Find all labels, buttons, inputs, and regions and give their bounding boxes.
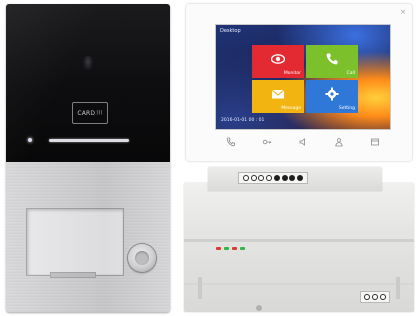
indoor-monitor: × Desktop Monitor Call Message Setting 2…	[186, 4, 412, 161]
terminal-screw	[380, 294, 386, 300]
power-supply-tab-left	[198, 277, 202, 299]
gear-icon	[325, 87, 339, 101]
monitor-unlock-button	[260, 135, 274, 149]
call-button-center	[135, 251, 149, 265]
monitor-speaker-button	[296, 135, 310, 149]
close-icon: ×	[400, 8, 406, 16]
tile-monitor-label: Monitor	[283, 71, 301, 76]
tile-call: Call	[306, 45, 358, 78]
screen-datetime: 2016-01-01 00 : 01	[221, 118, 265, 123]
status-led-3	[232, 247, 237, 250]
tile-setting-label: Setting	[338, 106, 355, 111]
user-icon	[335, 138, 343, 147]
terminal-screw	[250, 175, 257, 181]
terminal-screw	[273, 175, 280, 181]
door-station-top-panel: CARD )))	[6, 4, 170, 162]
screen-header: Desktop	[220, 28, 241, 34]
phone-icon	[226, 137, 235, 147]
unlock-key-icon	[262, 139, 272, 145]
din-rail-clip	[256, 305, 262, 311]
terminal-screw	[372, 294, 378, 300]
power-supply-tab-right	[396, 277, 400, 299]
din-rail-power-supply	[184, 167, 414, 312]
door-station-brushed-panel	[6, 162, 170, 312]
monitor-button-row	[216, 135, 390, 149]
call-button	[128, 244, 156, 272]
terminal-screw	[289, 175, 296, 181]
status-led-4	[240, 247, 245, 250]
monitor-user-button	[332, 135, 346, 149]
status-led	[28, 138, 32, 142]
nfc-wave-icon: )))	[96, 110, 103, 116]
tile-message: Message	[252, 80, 304, 113]
monitor-screen: Desktop Monitor Call Message Setting 201…	[216, 25, 390, 129]
power-supply-ridge	[184, 239, 414, 242]
terminal-screw	[258, 175, 265, 181]
power-supply-top-step	[208, 167, 382, 191]
door-station: CARD )))	[6, 4, 170, 312]
terminal-block-bottom	[360, 291, 390, 303]
phone-icon	[326, 53, 338, 65]
speaker-icon	[299, 138, 305, 146]
tile-monitor: Monitor	[252, 45, 304, 78]
tile-call-label: Call	[346, 71, 355, 76]
status-led-1	[216, 247, 221, 250]
terminal-screw	[364, 294, 370, 300]
status-led-2	[224, 247, 229, 250]
terminal-screw	[297, 175, 304, 181]
envelope-icon	[271, 89, 285, 99]
card-reader-label: CARD	[77, 109, 96, 117]
eye-icon	[271, 54, 285, 64]
camera-lens	[83, 56, 93, 70]
terminal-block-top	[238, 172, 308, 184]
terminal-screw	[281, 175, 288, 181]
power-supply-ridge-lower	[184, 283, 414, 285]
tile-message-label: Message	[281, 106, 301, 111]
name-plate-tab	[50, 272, 96, 278]
card-reader: CARD )))	[72, 102, 108, 124]
monitor-menu-button	[368, 135, 382, 149]
power-supply-led-row	[216, 247, 245, 250]
name-plate-window	[26, 208, 124, 276]
tile-setting: Setting	[306, 80, 358, 113]
menu-icon	[371, 138, 379, 146]
monitor-phone-button	[224, 135, 238, 149]
terminal-screw	[266, 175, 273, 181]
light-strip	[49, 139, 129, 142]
terminal-screw	[242, 175, 249, 181]
